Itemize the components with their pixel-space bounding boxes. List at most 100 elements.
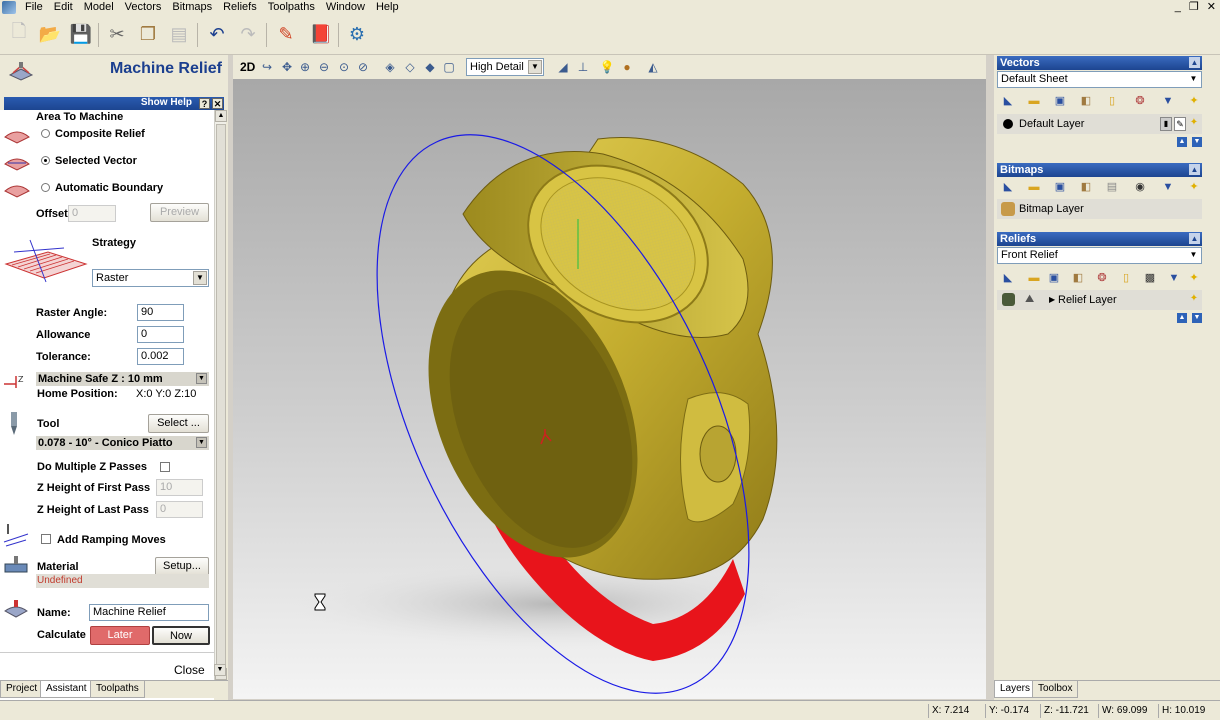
new-layer-icon[interactable]: ◣ [1001,94,1015,108]
open-layer-icon[interactable]: ▬ [1027,271,1041,285]
cut-icon[interactable]: ✂ [104,21,130,47]
panel-scrollbar[interactable]: ▲ ▼ [214,110,227,680]
machine-wizard-icon[interactable]: ⚙ [344,21,370,47]
tab-project[interactable]: Project [0,681,44,698]
save-layer-icon[interactable]: ▣ [1053,180,1067,194]
new-layer-icon[interactable]: ◣ [1001,180,1015,194]
toolpath-preview-icon[interactable]: ◭ [645,59,661,75]
lock-icon[interactable]: ▮ [1160,117,1172,131]
layer-color-icon[interactable] [1003,119,1013,129]
save-layer-icon[interactable]: ▣ [1053,94,1067,108]
visibility-icon[interactable]: ✦ [1187,180,1201,194]
copy-layer-icon[interactable]: ◧ [1079,180,1093,194]
menu-window[interactable]: Window [321,0,371,15]
copy-layer-icon[interactable]: ◧ [1071,271,1085,285]
calculate-later-button[interactable]: Later [90,626,150,645]
scroll-down-icon[interactable]: ▼ [214,664,226,676]
relief-select[interactable]: Front Relief ▼ [997,247,1202,264]
top-view-icon[interactable]: ▢ [441,59,457,75]
allowance-field[interactable]: 0 [137,326,184,343]
tab-toolpaths[interactable]: Toolpaths [90,681,145,698]
edit-pencil-icon[interactable]: ✎ [273,21,299,47]
tab-layers[interactable]: Layers [994,681,1037,698]
zoom-in-icon[interactable]: ⊕ [297,59,313,75]
delete-layer-icon[interactable]: ▼ [1167,271,1181,285]
pin-icon[interactable]: ▲ [1189,164,1200,175]
image-icon[interactable]: ▤ [1105,180,1119,194]
merge-layer-icon[interactable]: ❂ [1095,271,1109,285]
side-view-icon[interactable]: ◆ [422,59,438,75]
pin-icon[interactable]: ▲ [1189,57,1200,68]
close-panel-icon[interactable]: ✕ [212,98,223,109]
front-view-icon[interactable]: ◇ [402,59,418,75]
minimize-icon[interactable]: _ [1175,0,1181,15]
raster-angle-field[interactable]: 90 [137,304,184,321]
material-color-icon[interactable]: ● [619,59,635,75]
ramping-checkbox[interactable] [41,534,51,544]
iso-view-icon[interactable]: ◈ [382,59,398,75]
pan-icon[interactable]: ✥ [279,59,295,75]
close-button[interactable]: Close [174,663,205,677]
selected-vector-label[interactable]: Selected Vector [55,155,137,167]
close-window-icon[interactable]: ✕ [1207,0,1216,15]
move-down-icon[interactable]: ▼ [1192,137,1202,147]
delete-layer-icon[interactable]: ▼ [1161,180,1175,194]
new-layer-icon[interactable]: ◣ [1001,271,1015,285]
selected-vector-radio[interactable] [41,156,50,165]
relief-layer-row[interactable]: ⛰ ▶ Relief Layer ✦ [997,290,1202,310]
composite-relief-radio[interactable] [41,129,50,138]
rotate-icon[interactable]: ↪ [259,59,275,75]
expand-icon[interactable]: ▶ [1049,290,1055,310]
app-icon[interactable] [2,1,16,14]
menu-file[interactable]: File [20,0,49,15]
calculate-now-button[interactable]: Now [152,626,210,645]
multiple-z-checkbox[interactable] [160,462,170,472]
tolerance-field[interactable]: 0.002 [137,348,184,365]
light-icon[interactable]: 💡 [599,59,615,75]
relief-tool-icon[interactable]: ▩ [1143,271,1157,285]
3d-viewport[interactable] [233,79,986,699]
merge-layer-icon[interactable]: ❂ [1133,94,1147,108]
show-help-link[interactable]: Show Help [141,97,192,108]
copy-icon[interactable]: ❐ [135,21,161,47]
light-bulb-icon[interactable]: ✦ [1188,293,1200,307]
open-layer-icon[interactable]: ▬ [1027,180,1041,194]
pin-icon[interactable]: ▲ [1189,233,1200,244]
visibility-icon[interactable]: ✦ [1187,271,1201,285]
menu-reliefs[interactable]: Reliefs [218,0,263,15]
move-up-icon[interactable]: ▲ [1177,313,1187,323]
tab-assistant[interactable]: Assistant [40,681,93,698]
zoom-window-icon[interactable]: ⊘ [355,59,371,75]
move-up-icon[interactable]: ▲ [1177,137,1187,147]
preview-button[interactable]: Preview [150,203,209,222]
bitmap-tool-icon[interactable]: ◉ [1133,180,1147,194]
paste-layer-icon[interactable]: ▯ [1105,94,1119,108]
open-layer-icon[interactable]: ▬ [1027,94,1041,108]
paste-icon[interactable]: ▤ [166,21,192,47]
zoom-out-icon[interactable]: ⊖ [316,59,332,75]
delete-layer-icon[interactable]: ▼ [1161,94,1175,108]
menu-bitmaps[interactable]: Bitmaps [167,0,218,15]
tool-bar[interactable]: 0.078 - 10° - Conico Piatto ▼ [36,436,209,450]
bitmap-layer-row[interactable]: Bitmap Layer [997,199,1202,219]
detail-select[interactable]: High Detail ▼ [466,58,544,76]
save-icon[interactable]: 💾 [68,21,94,47]
move-down-icon[interactable]: ▼ [1192,313,1202,323]
undo-icon[interactable]: ↶ [204,21,230,47]
copy-layer-icon[interactable]: ◧ [1079,94,1093,108]
book-icon[interactable]: 📕 [308,21,334,47]
menu-edit[interactable]: Edit [49,0,79,15]
restore-icon[interactable]: ❐ [1189,0,1199,15]
name-field[interactable]: Machine Relief [89,604,209,621]
offset-field[interactable]: 0 [68,205,116,222]
menu-model[interactable]: Model [79,0,120,15]
axes-icon[interactable]: ⊥ [575,59,591,75]
first-pass-field[interactable]: 10 [156,479,203,496]
automatic-boundary-radio[interactable] [41,183,50,192]
redo-icon[interactable]: ↷ [235,21,261,47]
save-layer-icon[interactable]: ▣ [1047,271,1061,285]
strategy-select[interactable]: Raster ▼ [92,269,209,287]
tab-toolbox[interactable]: Toolbox [1032,681,1079,698]
edit-layer-icon[interactable]: ✎ [1174,117,1186,131]
scroll-thumb[interactable] [216,124,226,668]
